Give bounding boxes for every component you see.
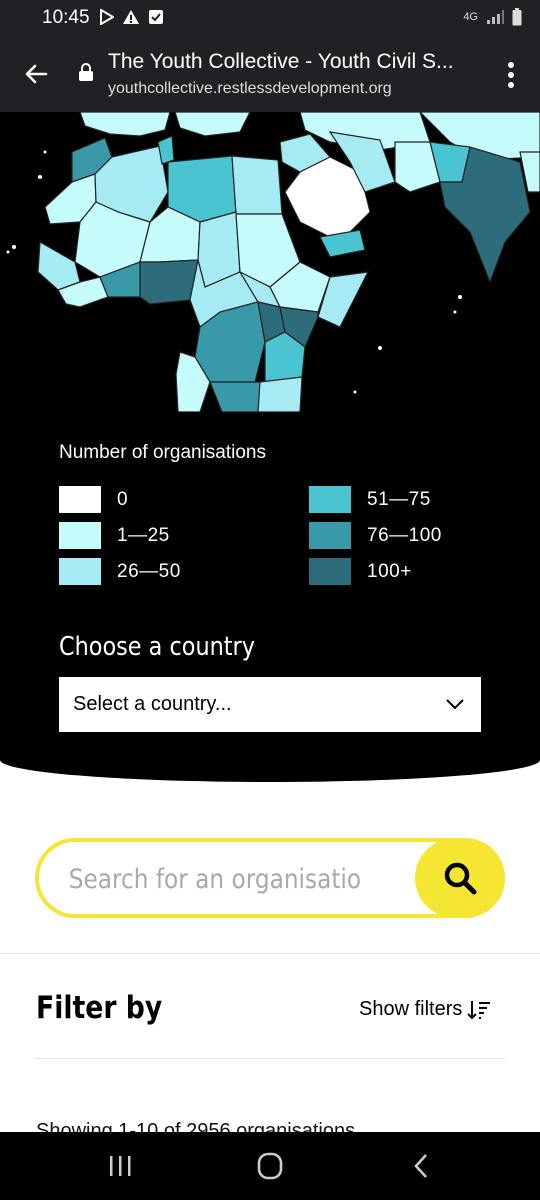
legend-swatch — [59, 522, 101, 549]
legend-item: 51—75 — [309, 486, 431, 513]
more-vert-icon[interactable] — [506, 60, 516, 90]
legend-label: 26—50 — [117, 560, 181, 582]
map-region[interactable] — [209, 381, 266, 412]
search-box — [35, 838, 505, 918]
chevron-down-icon — [446, 699, 464, 710]
map-region[interactable] — [139, 259, 199, 305]
recent-apps-icon[interactable] — [100, 1150, 140, 1182]
search-button[interactable] — [415, 838, 505, 918]
battery-icon — [512, 8, 522, 26]
country-select-value: Select a country... — [73, 693, 232, 715]
legend-swatch — [59, 486, 101, 513]
page-title[interactable]: The Youth Collective - Youth Civil S... — [108, 50, 478, 74]
legend-title: Number of organisations — [59, 442, 266, 463]
warning-icon — [123, 10, 139, 24]
legend-label: 1—25 — [117, 524, 170, 546]
home-icon[interactable] — [250, 1150, 290, 1182]
map-region[interactable] — [231, 155, 283, 215]
choose-country-label: Choose a country — [59, 632, 255, 662]
map-region[interactable] — [37, 241, 81, 291]
map-section: Number of organisations 0 1—25 26—50 51—… — [0, 112, 540, 782]
choropleth-map[interactable] — [0, 112, 540, 412]
search-icon — [444, 862, 477, 895]
lock-icon[interactable] — [78, 62, 94, 82]
network-type-label: 4G — [463, 11, 478, 23]
legend-item: 0 — [59, 486, 128, 513]
legend-label: 76—100 — [367, 524, 442, 546]
legend-label: 51—75 — [367, 488, 431, 510]
legend-item: 1—25 — [59, 522, 170, 549]
page-url[interactable]: youthcollective.restlessdevelopment.org — [108, 80, 488, 98]
show-filters-label: Show filters — [359, 998, 463, 1020]
legend-swatch — [59, 558, 101, 585]
map-region[interactable] — [174, 112, 251, 137]
browser-toolbar: The Youth Collective - Youth Civil S... … — [0, 36, 540, 112]
back-icon[interactable] — [402, 1150, 442, 1182]
legend-item: 76—100 — [309, 522, 442, 549]
legend-item: 26—50 — [59, 558, 181, 585]
legend-label: 0 — [117, 488, 129, 510]
legend-item: 100+ — [309, 558, 412, 585]
search-input[interactable] — [67, 860, 363, 898]
section-divider — [0, 953, 540, 954]
legend-swatch — [309, 486, 351, 513]
legend-swatch — [309, 522, 351, 549]
status-time: 10:45 — [42, 7, 90, 28]
task-check-icon — [149, 10, 163, 24]
play-store-icon — [100, 9, 114, 25]
filter-divider — [35, 1058, 505, 1059]
legend-swatch — [309, 558, 351, 585]
back-arrow-icon[interactable] — [20, 58, 52, 90]
legend-label: 100+ — [367, 560, 412, 582]
android-nav-bar — [0, 1132, 540, 1200]
show-filters-button[interactable]: Show filters — [359, 998, 492, 1021]
sort-icon — [467, 1000, 491, 1019]
map-region[interactable] — [257, 376, 303, 412]
map-region[interactable] — [79, 112, 171, 137]
country-select[interactable]: Select a country... — [59, 677, 481, 732]
status-notification-icons — [100, 9, 164, 25]
status-bar: 10:45 4G — [0, 0, 540, 36]
signal-icon — [487, 10, 504, 24]
status-system-icons: 4G — [463, 8, 522, 26]
filter-title: Filter by — [36, 990, 163, 1026]
